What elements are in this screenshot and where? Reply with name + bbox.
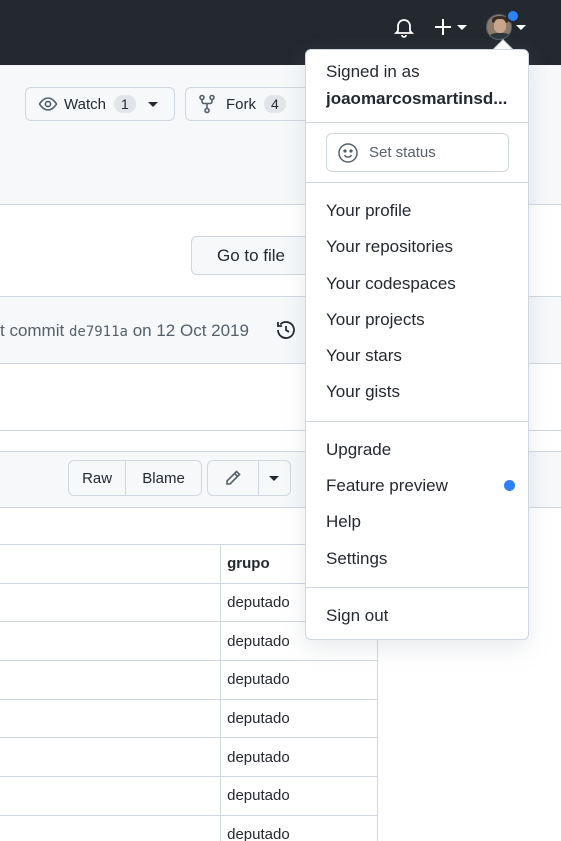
commit-prefix: t commit xyxy=(0,321,65,340)
table-row: deputado xyxy=(0,737,378,778)
fork-icon xyxy=(199,94,215,114)
raw-button[interactable]: Raw xyxy=(69,461,127,495)
chevron-down-icon xyxy=(147,101,158,107)
menu-item-upgrade[interactable]: Upgrade xyxy=(326,440,391,460)
menu-divider xyxy=(306,587,528,588)
table-row: deputado xyxy=(0,698,378,739)
go-to-file-button[interactable]: Go to file xyxy=(191,236,311,275)
edit-more-button[interactable] xyxy=(259,461,290,495)
watch-button[interactable]: Watch 1 xyxy=(25,87,175,121)
chevron-down-icon xyxy=(516,24,526,30)
user-dropdown-menu: Signed in as joaomarcosmartinsd... Set s… xyxy=(305,49,529,640)
menu-divider xyxy=(306,182,528,183)
watch-count: 1 xyxy=(113,95,136,113)
menu-item-sign-out[interactable]: Sign out xyxy=(326,606,388,626)
commit-info: t commit de7911a on 12 Oct 2019 xyxy=(0,321,249,341)
menu-divider xyxy=(306,421,528,422)
fork-count: 4 xyxy=(264,95,286,113)
history-icon[interactable] xyxy=(275,319,297,341)
table-cell: deputado xyxy=(220,698,378,739)
chevron-down-icon xyxy=(457,24,467,30)
notification-dot xyxy=(506,9,520,23)
pencil-icon xyxy=(226,470,241,485)
set-status-label: Set status xyxy=(369,144,436,161)
commit-date: on 12 Oct 2019 xyxy=(132,321,249,340)
menu-item-settings[interactable]: Settings xyxy=(326,549,387,569)
fork-label: Fork xyxy=(226,95,256,113)
edit-group xyxy=(207,460,291,496)
menu-item-your-gists[interactable]: Your gists xyxy=(326,382,400,402)
table-row: deputado xyxy=(0,776,378,816)
chevron-down-icon xyxy=(269,475,280,481)
menu-item-help[interactable]: Help xyxy=(326,512,361,532)
menu-item-your-profile[interactable]: Your profile xyxy=(326,201,411,221)
table-row: deputado xyxy=(0,814,378,841)
eye-icon xyxy=(38,97,58,111)
fork-button[interactable]: Fork 4 xyxy=(185,87,315,121)
menu-item-your-projects[interactable]: Your projects xyxy=(326,310,425,330)
notifications-bell-icon[interactable] xyxy=(392,15,416,39)
commit-sha[interactable]: de7911a xyxy=(69,324,128,340)
table-cell: deputado xyxy=(220,660,378,700)
username: joaomarcosmartinsd... xyxy=(326,89,508,108)
plus-icon xyxy=(435,19,451,35)
feature-preview-dot xyxy=(504,480,515,491)
signed-in-label: Signed in as xyxy=(326,62,420,81)
menu-divider xyxy=(306,122,528,123)
create-new-button[interactable] xyxy=(433,14,467,40)
menu-item-your-codespaces[interactable]: Your codespaces xyxy=(326,274,456,294)
table-cell: deputado xyxy=(220,814,378,841)
table-header-cell xyxy=(0,544,222,584)
table-row: deputado xyxy=(0,660,378,700)
menu-item-feature-preview[interactable]: Feature preview xyxy=(326,476,448,496)
table-cell: deputado xyxy=(220,737,378,778)
raw-blame-group: Raw Blame xyxy=(68,460,202,496)
menu-item-your-repositories[interactable]: Your repositories xyxy=(326,237,453,257)
watch-label: Watch xyxy=(64,95,106,113)
menu-item-your-stars[interactable]: Your stars xyxy=(326,346,402,366)
edit-button[interactable] xyxy=(208,461,259,495)
blame-button[interactable]: Blame xyxy=(126,461,201,495)
table-cell: deputado xyxy=(220,776,378,816)
set-status-button[interactable]: Set status xyxy=(326,133,509,172)
smiley-icon xyxy=(338,142,358,163)
